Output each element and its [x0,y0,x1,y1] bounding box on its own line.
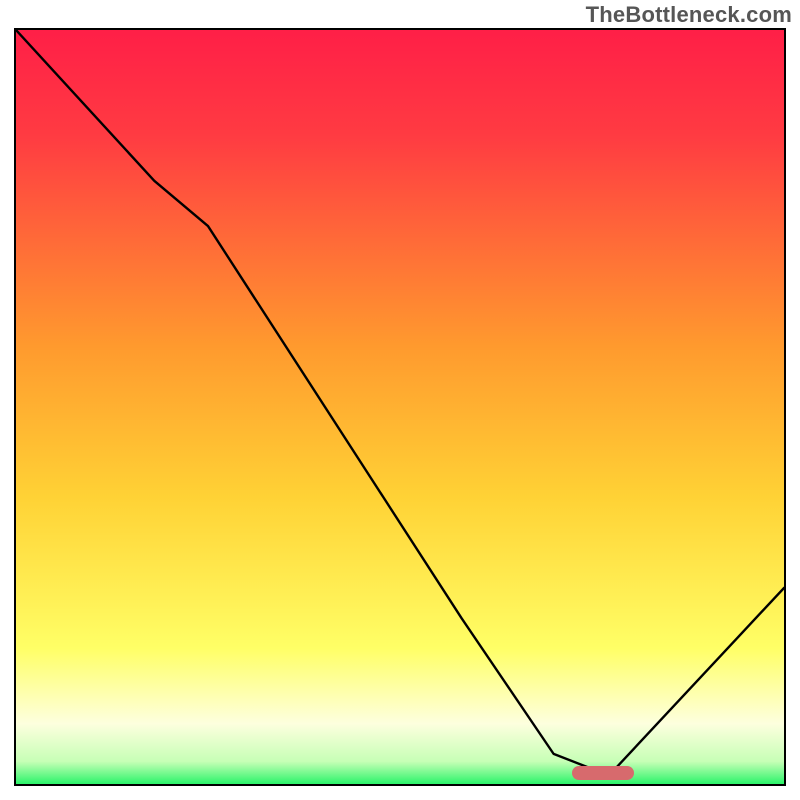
plot-area [14,28,786,786]
chart-stage: TheBottleneck.com [0,0,800,800]
optimum-marker [572,766,634,780]
chart-svg [16,30,784,784]
gradient-background [16,30,784,784]
watermark-text: TheBottleneck.com [586,2,792,28]
